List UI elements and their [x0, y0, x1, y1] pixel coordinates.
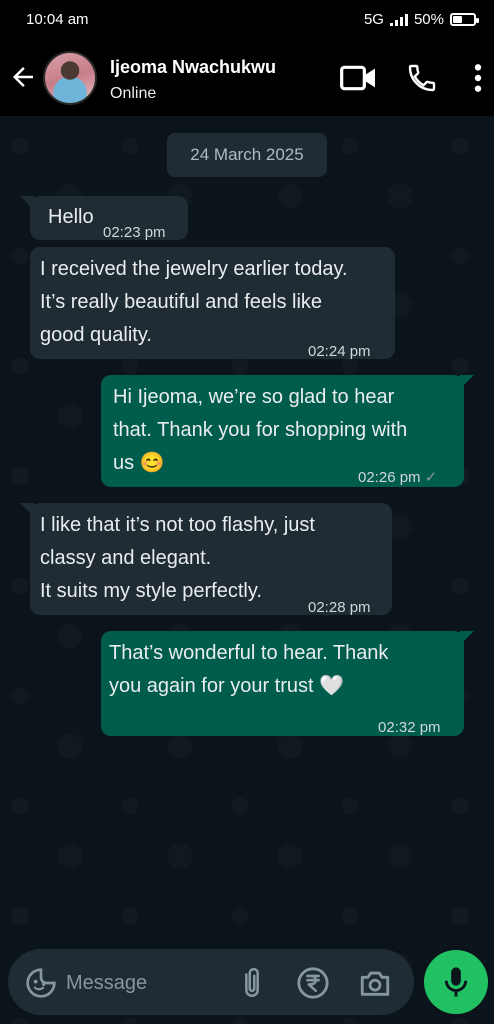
message-bubble-outgoing[interactable]: That’s wonderful to hear. Thank you agai… [101, 631, 474, 736]
microphone-icon [444, 967, 468, 997]
message-time: 02:26 pm ✓ [358, 461, 437, 494]
status-time: 10:04 am [26, 11, 89, 28]
network-label: 5G [363, 11, 384, 28]
battery-icon [450, 13, 479, 26]
message-bubble-incoming[interactable]: Hello 02:23 pm [20, 196, 188, 241]
more-options-icon[interactable] [470, 62, 486, 94]
message-input[interactable] [66, 967, 226, 999]
camera-icon[interactable] [358, 966, 392, 1000]
message-time: 02:28 pm [308, 599, 371, 616]
phone-icon[interactable] [406, 62, 438, 94]
message-text: That’s wonderful to hear. Thank you agai… [109, 642, 389, 697]
signal-icon [389, 13, 408, 26]
status-bar: 10:04 am 5G 50% [0, 0, 494, 40]
battery-percent: 50% [413, 11, 444, 28]
voice-message-button[interactable] [424, 950, 488, 1014]
date-divider: 24 March 2025 [167, 133, 327, 177]
message-bubble-outgoing[interactable]: Hi Ijeoma, we’re so glad to hear that. T… [101, 375, 474, 487]
chat-header: Ijeoma Nwachukwu Online [0, 40, 494, 116]
status-indicators: 5G 50% [363, 11, 479, 28]
message-time: 02:23 pm [103, 224, 166, 241]
contact-name[interactable]: Ijeoma Nwachukwu [110, 57, 276, 78]
message-time: 02:24 pm [308, 343, 371, 360]
rupee-payment-icon[interactable] [296, 966, 330, 1000]
sent-check-icon: ✓ [424, 469, 438, 486]
video-call-icon[interactable] [339, 62, 379, 94]
back-arrow-icon[interactable] [8, 62, 38, 92]
message-bubble-incoming[interactable]: I received the jewelry earlier today. It… [30, 247, 395, 360]
message-time-label: 02:26 pm [358, 469, 421, 486]
avatar[interactable] [43, 51, 97, 105]
contact-status: Online [110, 85, 157, 102]
attachment-icon[interactable] [240, 966, 264, 1000]
message-time: 02:32 pm [378, 719, 441, 736]
emoji-sticker-icon[interactable] [25, 967, 57, 999]
message-composer [8, 949, 414, 1015]
message-bubble-incoming[interactable]: I like that it’s not too flashy, just cl… [20, 503, 392, 616]
